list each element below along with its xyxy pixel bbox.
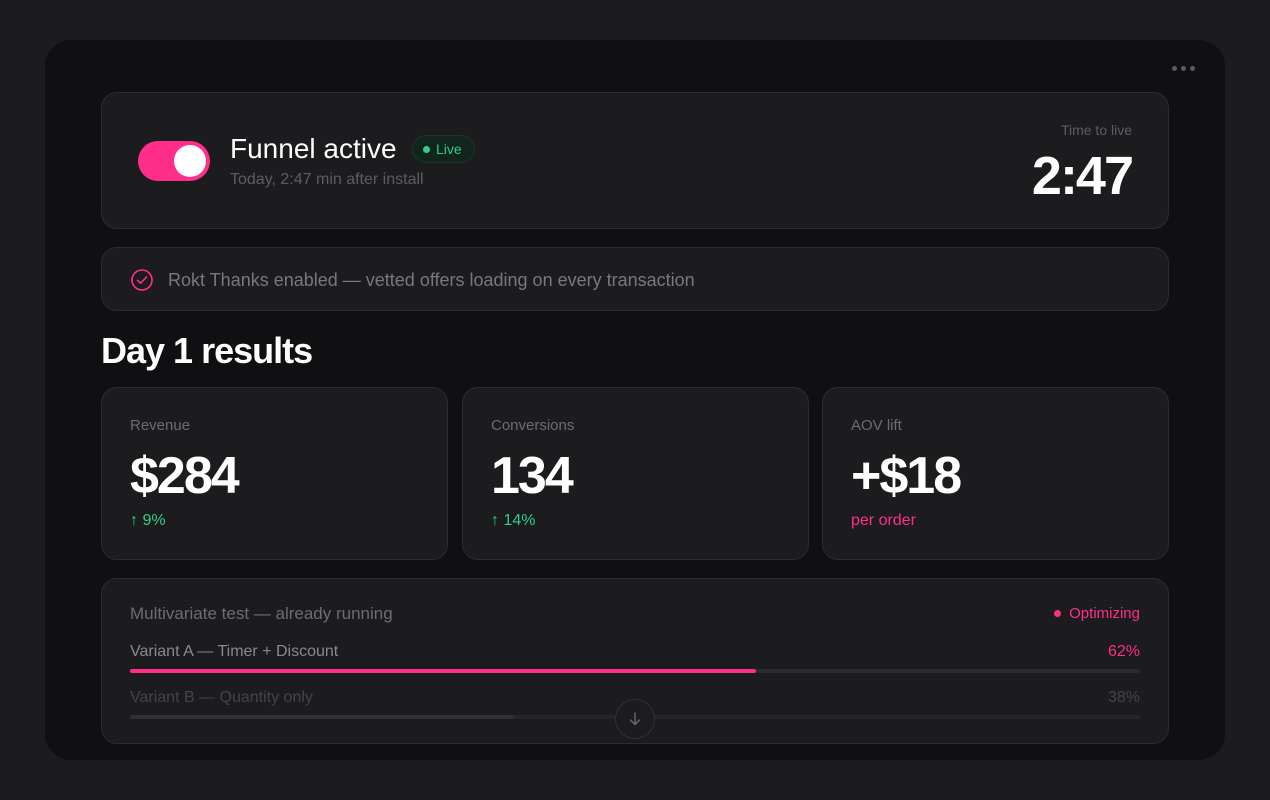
toggle-knob bbox=[174, 145, 206, 177]
stat-value: $284 bbox=[130, 447, 240, 505]
funnel-toggle[interactable] bbox=[138, 141, 210, 181]
app-window: Funnel active Live Today, 2:47 min after… bbox=[45, 40, 1225, 760]
stat-label: Conversions bbox=[491, 417, 575, 434]
live-badge: Live bbox=[412, 135, 475, 163]
funnel-status-card: Funnel active Live Today, 2:47 min after… bbox=[101, 92, 1169, 229]
variant-b-percent: 38% bbox=[1107, 689, 1140, 706]
variant-a-bar-fill bbox=[130, 669, 757, 673]
time-to-live-label: Time to live bbox=[1060, 122, 1132, 138]
rokt-notice: Rokt Thanks enabled — vetted offers load… bbox=[101, 247, 1169, 311]
variant-b-bar-fill bbox=[130, 715, 514, 719]
live-badge-label: Live bbox=[436, 141, 462, 157]
optimizing-badge: Optimizing bbox=[1054, 605, 1140, 622]
notice-text: Rokt Thanks enabled — vetted offers load… bbox=[168, 270, 695, 290]
stat-label: AOV lift bbox=[851, 417, 902, 434]
check-circle-icon bbox=[131, 269, 153, 291]
scroll-down-button[interactable] bbox=[615, 699, 655, 739]
stat-value: +$18 bbox=[851, 447, 962, 505]
variant-a-label: Variant A — Timer + Discount bbox=[130, 643, 339, 660]
test-title: Multivariate test — already running bbox=[130, 604, 393, 623]
funnel-title: Funnel active bbox=[230, 133, 397, 164]
status-dot-icon bbox=[1054, 610, 1062, 617]
variant-b-label: Variant B — Quantity only bbox=[130, 689, 313, 706]
stat-delta: ↑ 14% bbox=[491, 512, 536, 529]
funnel-subtitle: Today, 2:47 min after install bbox=[230, 171, 424, 188]
conversions-card: Conversions 134 ↑ 14% bbox=[462, 387, 809, 560]
revenue-card: Revenue $284 ↑ 9% bbox=[101, 387, 448, 560]
time-to-live-value: 2:47 bbox=[1031, 146, 1134, 206]
section-title: Day 1 results bbox=[101, 330, 313, 371]
live-dot-icon bbox=[423, 145, 430, 153]
stat-value: 134 bbox=[491, 447, 574, 505]
variant-a-bar bbox=[130, 669, 1140, 673]
stat-delta: per order bbox=[851, 512, 916, 529]
variant-a-percent: 62% bbox=[1107, 643, 1140, 660]
multivariate-test-card: Multivariate test — already running Opti… bbox=[101, 578, 1169, 744]
aov-lift-card: AOV lift +$18 per order bbox=[822, 387, 1169, 560]
optimizing-label: Optimizing bbox=[1069, 605, 1140, 622]
stat-label: Revenue bbox=[130, 417, 191, 434]
more-options-icon[interactable] bbox=[1170, 64, 1197, 73]
stat-delta: ↑ 9% bbox=[130, 512, 166, 529]
arrow-down-icon bbox=[629, 712, 641, 726]
